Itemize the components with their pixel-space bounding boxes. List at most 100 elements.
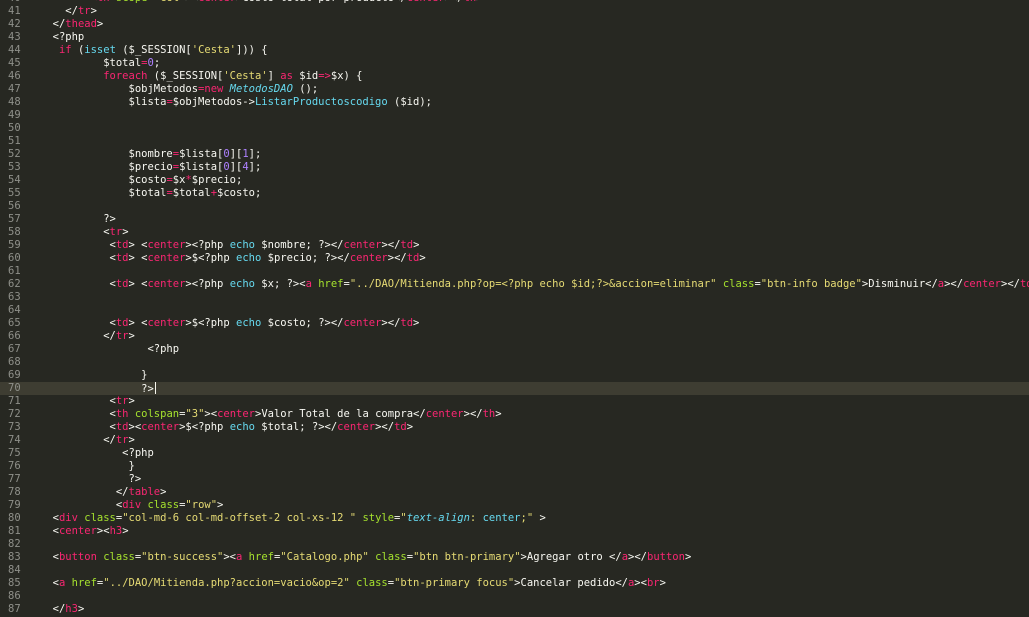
code-token: new [204,83,224,95]
code-line[interactable]: 42 </thead> [0,18,1029,31]
code-token: href [318,278,344,290]
code-line[interactable]: 84 [0,564,1029,577]
line-number: 42 [8,18,21,30]
code-token: class [356,577,388,589]
code-line[interactable]: 41 </tr> [0,5,1029,18]
code-token: center [198,0,236,4]
code-line[interactable]: 63 [0,291,1029,304]
code-line[interactable]: 60 <td> <center>$<?php echo $precio; ?><… [0,252,1029,265]
code-token: > [90,5,97,17]
code-line[interactable]: 47 $objMetodos=new MetodosDAO (); [0,83,1029,96]
code-line[interactable]: 75 <?php [0,447,1029,460]
code-line[interactable]: 53 $precio=$lista[0][4]; [0,161,1029,174]
code-token: class [84,512,116,524]
code-line[interactable]: 85 <a href="../DAO/Mitienda.php?accion=v… [0,577,1029,590]
code-line[interactable]: 50 [0,122,1029,135]
code-line[interactable]: 44 if (isset ($_SESSION['Cesta'])) { [0,44,1029,57]
code-line[interactable]: 65 <td> <center>$<?php echo $costo; ?></… [0,317,1029,330]
code-line[interactable]: 52 $nombre=$lista[0][1]; [0,148,1029,161]
code-token: ($id); [387,96,432,108]
code-token: } [40,460,135,472]
code-token: tr [115,395,129,407]
code-line[interactable]: 45 $total=0; [0,57,1029,70]
code-line[interactable]: 56 [0,200,1029,213]
line-number: 48 [8,96,21,108]
code-token: 'Cesta' [191,44,237,56]
code-token: "Catalogo.php" [280,551,369,563]
code-token: tr [77,5,91,17]
code-line[interactable]: 66 </tr> [0,330,1029,343]
code-token: >< [128,421,142,433]
code-line[interactable]: 69 } [0,369,1029,382]
code-token: > [413,317,420,329]
code-token: center [343,317,382,329]
code-line[interactable]: 83 <button class="btn-success"><a href="… [0,551,1029,564]
code-token: ( [71,44,85,56]
line-content [40,590,1029,603]
code-token: > < [128,239,148,251]
code-line[interactable]: 76 } [0,460,1029,473]
code-line[interactable]: 79 <div class="row"> [0,499,1029,512]
line-number: 70 [0,382,40,395]
code-area[interactable]: 40 <th scope="col"><center>Costo total p… [0,0,1029,616]
code-line[interactable]: 77 ?> [0,473,1029,486]
code-line[interactable]: 59 <td> <center><?php echo $nombre; ?></… [0,239,1029,252]
line-number: 68 [8,356,21,368]
code-token: $precio; ?></ [261,252,350,264]
code-line[interactable]: 72 <th colspan="3"><center>Valor Total d… [0,408,1029,421]
code-line[interactable]: 73 <td><center>$<?php echo $total; ?></c… [0,421,1029,434]
code-token: $total; ?></ [254,421,338,433]
line-content [40,135,1029,148]
code-token: $nombre [40,148,173,160]
code-token: $x [172,174,186,186]
code-line[interactable]: 49 [0,109,1029,122]
line-number: 65 [8,317,21,329]
code-token: echo [229,421,255,433]
line-number: 76 [8,460,21,472]
code-line[interactable]: 61 [0,265,1029,278]
code-token: style [362,512,395,524]
code-line[interactable]: 86 [0,590,1029,603]
code-line[interactable]: 71 <tr> [0,395,1029,408]
code-line[interactable]: 80 <div class="col-md-6 col-md-offset-2 … [0,512,1029,525]
line-content: </tr> [40,330,1029,343]
code-line[interactable]: 64 [0,304,1029,317]
code-editor[interactable]: 40 <th scope="col"><center>Costo total p… [0,0,1029,617]
line-number: 45 [8,57,21,69]
code-token: $total [40,57,142,69]
code-token: >Valor Total de la compra</ [255,408,426,420]
code-token: div [122,499,142,511]
line-content [40,265,1029,278]
code-line[interactable]: 74 </tr> [0,434,1029,447]
code-line[interactable]: 54 $costo=$x*$precio; [0,174,1029,187]
code-token: text-align [406,512,470,524]
code-token: < [40,499,123,511]
code-line[interactable]: 87 </h3> [0,603,1029,616]
code-line[interactable]: 46 foreach ($_SESSION['Cesta'] as $id=>$… [0,70,1029,83]
code-line[interactable]: 70 ?> [0,382,1029,395]
code-line[interactable]: 78 </table> [0,486,1029,499]
code-token: </ [40,5,78,17]
code-token: ></ [628,551,647,563]
code-line[interactable]: 62 <td> <center><?php echo $x; ?><a href… [0,278,1029,291]
code-token: $total [40,187,167,199]
code-line[interactable]: 67 <?php [0,343,1029,356]
code-line[interactable]: 43 <?php [0,31,1029,44]
code-token: $lista[ [179,148,224,160]
code-line[interactable]: 48 $lista=$objMetodos->ListarProductosco… [0,96,1029,109]
code-line[interactable]: 82 [0,538,1029,551]
code-token: colspan [134,408,180,420]
code-token: "3" [185,408,205,420]
code-token: $objMetodos-> [172,96,255,108]
code-token: > [128,330,135,342]
code-line[interactable]: 58 <tr> [0,226,1029,239]
code-line[interactable]: 51 [0,135,1029,148]
code-token: $nombre; ?></ [254,239,344,251]
code-token: "col" [154,0,186,4]
code-line[interactable]: 81 <center><h3> [0,525,1029,538]
code-token: tr [115,434,129,446]
code-line[interactable]: 55 $total=$total+$costo; [0,187,1029,200]
line-number: 79 [8,499,21,511]
code-line[interactable]: 57 ?> [0,213,1029,226]
code-line[interactable]: 68 [0,356,1029,369]
